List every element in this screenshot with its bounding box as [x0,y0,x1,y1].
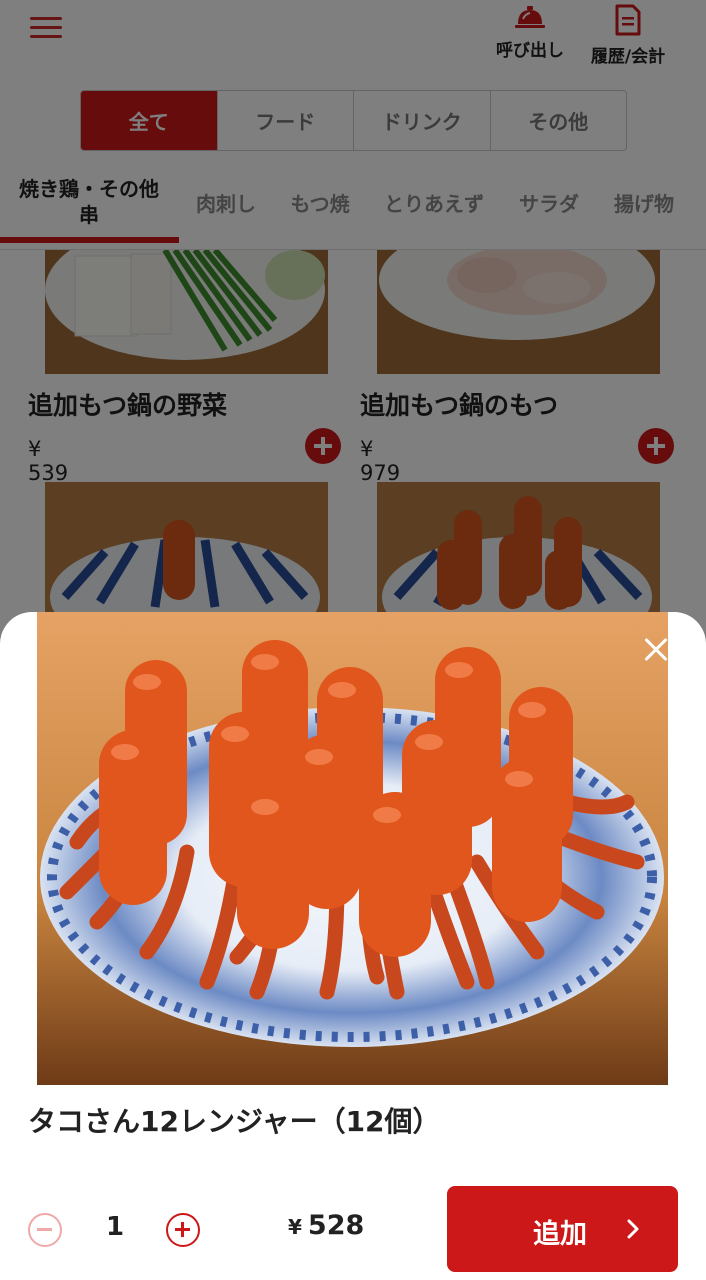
quantity-increase-icon[interactable] [166,1213,200,1247]
quantity-value: 1 [105,1212,125,1242]
item-photo [37,612,668,1085]
close-icon[interactable] [640,634,672,666]
price-value: 528 [307,1210,365,1241]
yen-symbol: ¥ [288,1215,302,1239]
item-title: タコさん12レンジャー（12個） [28,1105,441,1138]
item-detail-sheet: タコさん12レンジャー（12個） 1 ¥528 追加 [0,612,706,1280]
quantity-decrease-icon[interactable] [28,1213,62,1247]
chevron-right-icon [627,1219,639,1239]
item-total-price: ¥528 [288,1210,364,1241]
add-to-order-button[interactable]: 追加 [447,1186,678,1272]
add-button-label: 追加 [533,1219,587,1250]
